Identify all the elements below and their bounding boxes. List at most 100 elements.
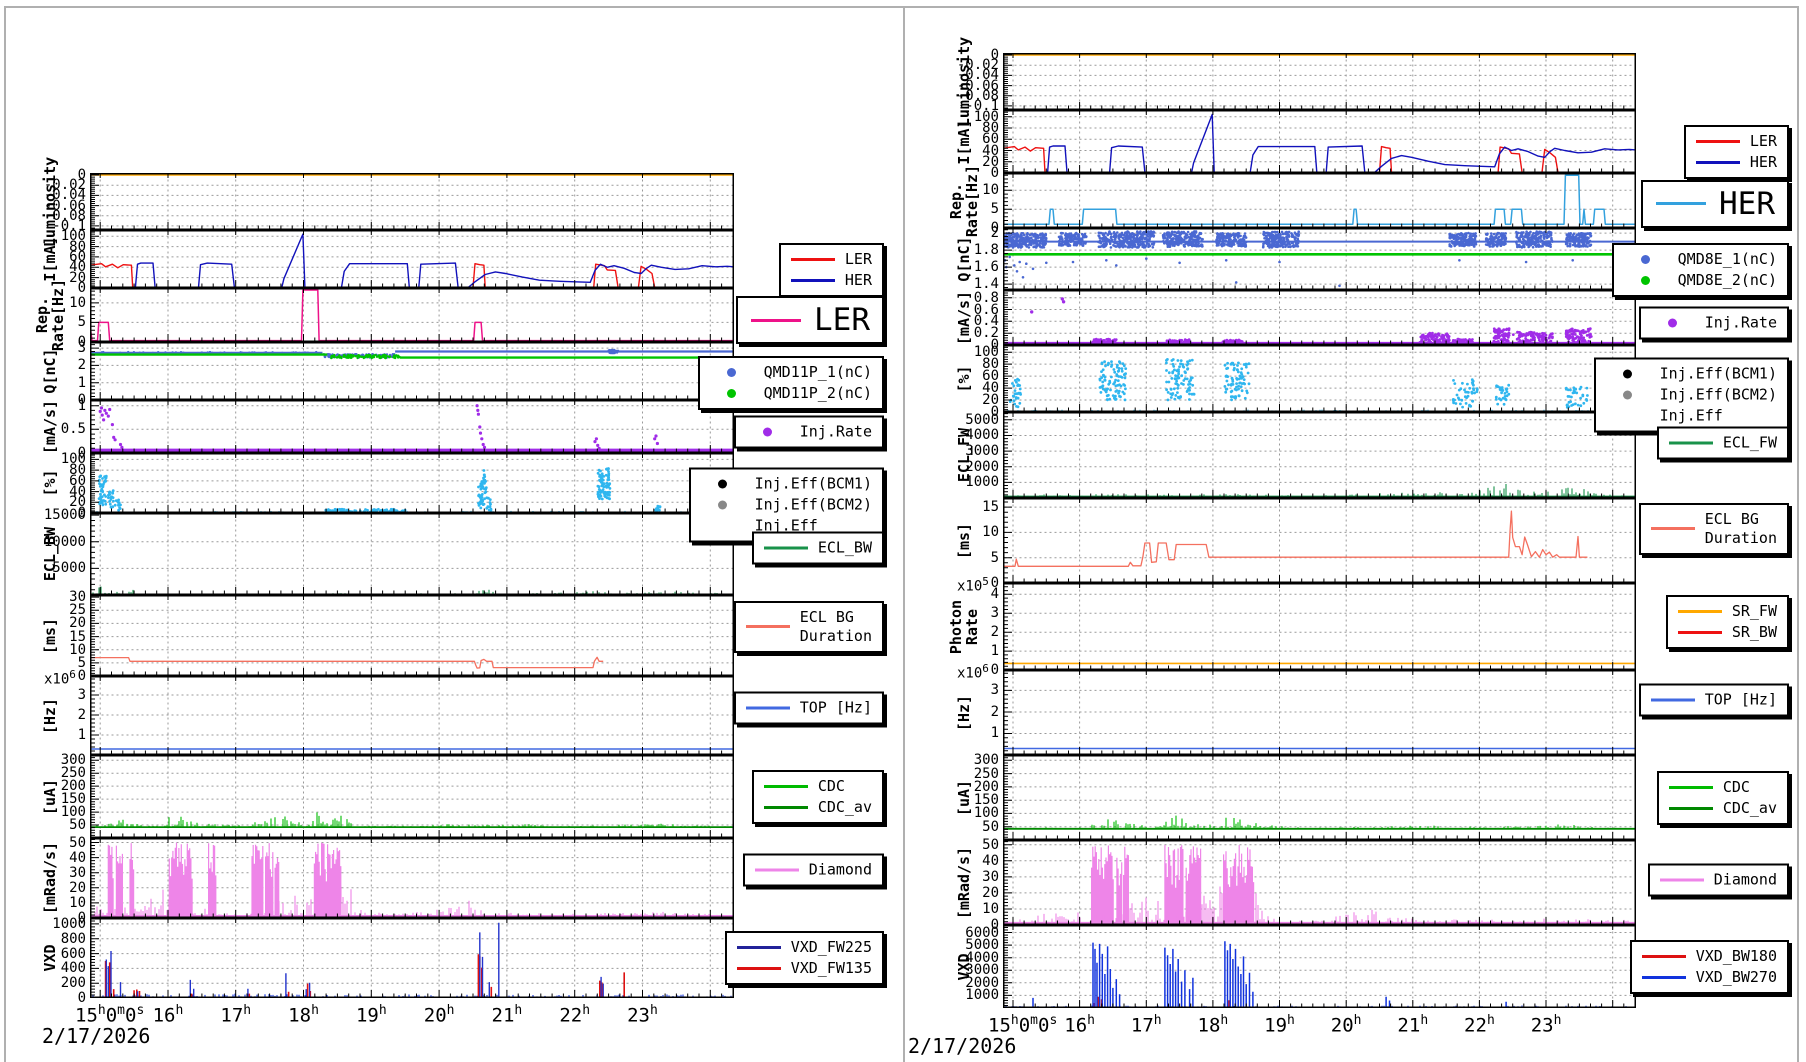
subplot-right-ua (1003, 755, 1636, 840)
legend-right-ms: ECL BG Duration (1639, 503, 1789, 555)
subplot-right-rep (1003, 173, 1636, 228)
legend-item-label: CDC (818, 777, 845, 796)
legend-right-photon: SR_FWSR_BW (1666, 595, 1789, 649)
legend-line-marker-icon (755, 869, 799, 872)
legend-right-mrad: Diamond (1648, 863, 1789, 896)
legend-item-label: Inj.Eff(BCM2) (755, 496, 872, 515)
legend-line-marker-icon (1669, 786, 1713, 789)
legend-item-label: SR_FW (1732, 602, 1777, 621)
legend-line-marker-icon (1651, 527, 1695, 530)
legend-item-label: ECL BG Duration (1705, 510, 1777, 548)
legend-right-ua: CDCCDC_av (1657, 771, 1789, 825)
hour-label: 18h (1198, 1011, 1229, 1035)
legend-item-label: VXD_FW225 (791, 938, 872, 957)
legend-right-vxd: VXD_BW180VXD_BW270 (1630, 940, 1789, 994)
subplot-right-q (1003, 228, 1636, 290)
legend-line-marker-icon (1655, 202, 1707, 205)
hour-label: 17h (1131, 1011, 1162, 1035)
legend-item-label: CDC (1723, 778, 1750, 797)
legend-right-mas: Inj.Rate (1639, 306, 1789, 339)
hour-label: 19h (1264, 1011, 1295, 1035)
legend-line-marker-icon (1642, 955, 1686, 958)
legend-dot-marker-icon (1651, 318, 1695, 327)
legend-item-label: LER (814, 302, 870, 338)
subplot-right-ms (1003, 498, 1636, 583)
subplot-right-hz (1003, 670, 1636, 755)
legend-line-marker-icon (791, 258, 835, 261)
legend-item-label: Inj.Eff(BCM1) (755, 475, 872, 494)
date-label-left: 2/17/2026 (42, 1026, 150, 1047)
legend-item-label: CDC_av (818, 798, 872, 817)
legend-left-q: QMD11P_1(nC)QMD11P_2(nC) (698, 356, 884, 410)
legend-right-q: QMD8E_1(nC) QMD8E_2(nC) (1612, 243, 1789, 297)
legend-line-marker-icon (1678, 631, 1722, 634)
legend-left-hz: TOP [Hz] (734, 691, 884, 724)
legend-item-label: LER (1750, 132, 1777, 151)
legend-line-marker-icon (1669, 442, 1713, 445)
subplot-right-mrad (1003, 840, 1636, 925)
legend-right-ima: LERHER (1684, 125, 1789, 179)
legend-dot-marker-icon (1606, 369, 1650, 378)
subplot-right-vxd (1003, 925, 1636, 1008)
legend-left-ecl: ECL_BW (752, 532, 884, 565)
subplot-right-pct (1003, 345, 1636, 412)
legend-dot-marker-icon (1606, 390, 1650, 399)
axis-exponent-label: x106 (957, 662, 989, 681)
subplot-right-lum (1003, 53, 1636, 110)
y-axis-label: PhotonRate (948, 599, 980, 653)
legend-item-label: Inj.Rate (1705, 313, 1777, 332)
legend-line-marker-icon (791, 279, 835, 282)
legend-item-label: VXD_BW180 (1696, 947, 1777, 966)
legend-item-label: TOP [Hz] (800, 698, 872, 717)
y-axis-label: [ms] (956, 522, 972, 558)
legend-item-label: Diamond (1714, 870, 1777, 889)
legend-right-pct: Inj.Eff(BCM1)Inj.Eff(BCM2)Inj.Eff (1594, 357, 1789, 432)
legend-left-rep: LER (736, 296, 884, 344)
subplot-right-mas (1003, 290, 1636, 345)
legend-left-vxd: VXD_FW225VXD_FW135 (725, 931, 884, 985)
legend-dot-marker-icon (701, 501, 745, 510)
y-axis-label: [mRad/s] (956, 846, 972, 918)
legend-dot-marker-icon (746, 427, 790, 436)
legend-left-mrad: Diamond (743, 854, 884, 887)
legend-line-marker-icon (737, 967, 781, 970)
legend-item-label: HER (845, 271, 872, 290)
legend-item-label: HER (1719, 186, 1775, 222)
legend-right-hz: TOP [Hz] (1639, 683, 1789, 716)
hour-label: 22h (1464, 1011, 1495, 1035)
legend-item-label: Inj.Eff (1660, 406, 1723, 425)
y-axis-label: [uA] (956, 779, 972, 815)
start-time-label: 15h0m0s (988, 1011, 1057, 1035)
legend-item-label: QMD8E_2(nC) (1678, 271, 1777, 290)
axis-exponent-label: x105 (957, 575, 989, 594)
legend-dot-marker-icon (710, 389, 754, 398)
legend-item-label: LER (845, 250, 872, 269)
legend-line-marker-icon (1660, 878, 1704, 881)
y-tick-label: 50 (925, 820, 999, 834)
legend-item-label: Diamond (809, 861, 872, 880)
legend-line-marker-icon (746, 625, 790, 628)
legend-right-ecl: ECL_FW (1657, 427, 1789, 460)
legend-line-marker-icon (1642, 976, 1686, 979)
y-axis-label: Q[nC] (956, 236, 972, 281)
beam-background-monitor: 0-0.02-0.04-0.06-0.08-0.1Luminosity10080… (0, 0, 1806, 1062)
y-axis-label: ECL_FW (956, 428, 972, 482)
legend-line-marker-icon (1669, 807, 1713, 810)
legend-line-marker-icon (1678, 610, 1722, 613)
legend-dot-marker-icon (1624, 255, 1668, 264)
legend-dot-marker-icon (701, 480, 745, 489)
legend-left-mas: Inj.Rate (734, 415, 884, 448)
y-tick-label: 5000 (925, 413, 999, 427)
y-tick-label: 1000 (925, 988, 999, 1002)
legend-line-marker-icon (764, 547, 808, 550)
subplot-right-photon (1003, 583, 1636, 670)
legend-item-label: TOP [Hz] (1705, 690, 1777, 709)
subplot-right-ima (1003, 110, 1636, 173)
legend-item-label: QMD8E_1(nC) (1678, 250, 1777, 269)
y-axis-label: [mA/s] (956, 290, 972, 344)
y-axis-label: VXD (956, 953, 972, 980)
legend-line-marker-icon (1696, 140, 1740, 143)
legend-dot-marker-icon (710, 368, 754, 377)
legend-line-marker-icon (750, 319, 802, 322)
legend-line-marker-icon (764, 806, 808, 809)
